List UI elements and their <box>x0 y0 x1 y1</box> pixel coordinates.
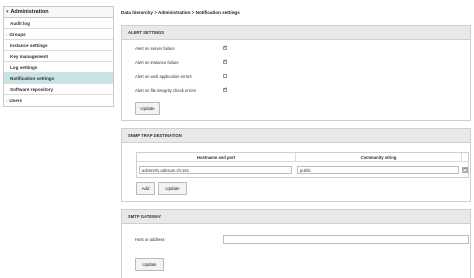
sidebar: ▾ Administration Audit log › Groups Inst… <box>3 6 114 107</box>
chevron-right-icon: › <box>6 98 8 103</box>
sidebar-item-label: Instance settings <box>10 42 48 48</box>
alert-label: Alert on instance failure <box>135 60 179 65</box>
sidebar-header[interactable]: ▾ Administration <box>4 7 113 18</box>
chevron-down-icon: ▾ <box>6 9 9 15</box>
delete-row-icon[interactable] <box>462 167 468 173</box>
sidebar-item-notification-settings[interactable]: Notification settings <box>4 73 113 84</box>
column-header: Hostname and port <box>137 153 295 162</box>
sidebar-item-label: Groups <box>9 31 26 37</box>
host-label: Host or address <box>135 237 165 242</box>
column-header: Community string <box>295 153 461 162</box>
sidebar-item-label: Audit log <box>10 20 30 26</box>
panel-title: ALERT SETTINGS <box>122 26 470 40</box>
sidebar-item-key-management[interactable]: Key management <box>4 51 113 62</box>
hostname-input[interactable]: adnsrv01.adnsum.ch:161 <box>139 166 292 174</box>
trap-destination-table: Hostname and port Community string adnsr… <box>136 152 469 178</box>
trap-update-button[interactable]: Update <box>158 182 187 195</box>
delete-row-icon-glyph <box>463 168 467 172</box>
panel-title: SMTP GATEWAY <box>122 210 470 224</box>
alert-label: Alert on web application errors <box>135 74 192 79</box>
sidebar-title: Administration <box>10 9 49 15</box>
panel-title: SNMP TRAP DESTINATION <box>122 129 470 143</box>
smtp-update-button[interactable]: Update <box>135 258 164 271</box>
alert-label: Alert on server failure <box>135 46 175 51</box>
chevron-right-icon: › <box>6 31 8 37</box>
breadcrumb: Data hierarchy > Administration > Notifi… <box>121 10 240 15</box>
sidebar-item-instance-settings[interactable]: Instance settings <box>4 40 113 51</box>
host-address-input[interactable] <box>223 235 469 244</box>
main-content: Data hierarchy > Administration > Notifi… <box>118 0 474 278</box>
alert-integrity-errors-checkbox[interactable] <box>223 87 227 92</box>
alert-update-button[interactable]: Update <box>135 102 160 115</box>
sidebar-item-label: Software repository <box>10 86 54 92</box>
sidebar-item-groups[interactable]: › Groups <box>4 29 113 40</box>
smtp-gateway-panel: SMTP GATEWAY Host or address Update <box>121 209 471 278</box>
sidebar-item-audit-log[interactable]: Audit log <box>4 18 113 29</box>
sidebar-item-label: Notification settings <box>10 75 55 81</box>
sidebar-item-log-settings[interactable]: Log settings <box>4 62 113 73</box>
sidebar-item-label: Log settings <box>10 64 38 70</box>
sidebar-item-software-repository[interactable]: Software repository <box>4 84 113 95</box>
sidebar-item-label: Key management <box>10 53 49 59</box>
sidebar-item-label: Users <box>9 98 23 103</box>
snmp-trap-panel: SNMP TRAP DESTINATION Hostname and port … <box>121 128 471 202</box>
sidebar-item-users[interactable]: › Users <box>4 95 113 106</box>
alert-server-failure-checkbox[interactable] <box>223 45 227 50</box>
alert-label: Alert on file integrity check errors <box>135 88 196 93</box>
column-header-actions <box>461 153 469 162</box>
alert-web-errors-checkbox[interactable] <box>223 74 227 78</box>
alert-settings-panel: ALERT SETTINGS Alert on server failure A… <box>121 25 471 121</box>
alert-instance-failure-checkbox[interactable] <box>223 59 227 64</box>
add-trap-button[interactable]: Add <box>136 182 155 195</box>
community-string-input[interactable]: public <box>297 166 459 174</box>
